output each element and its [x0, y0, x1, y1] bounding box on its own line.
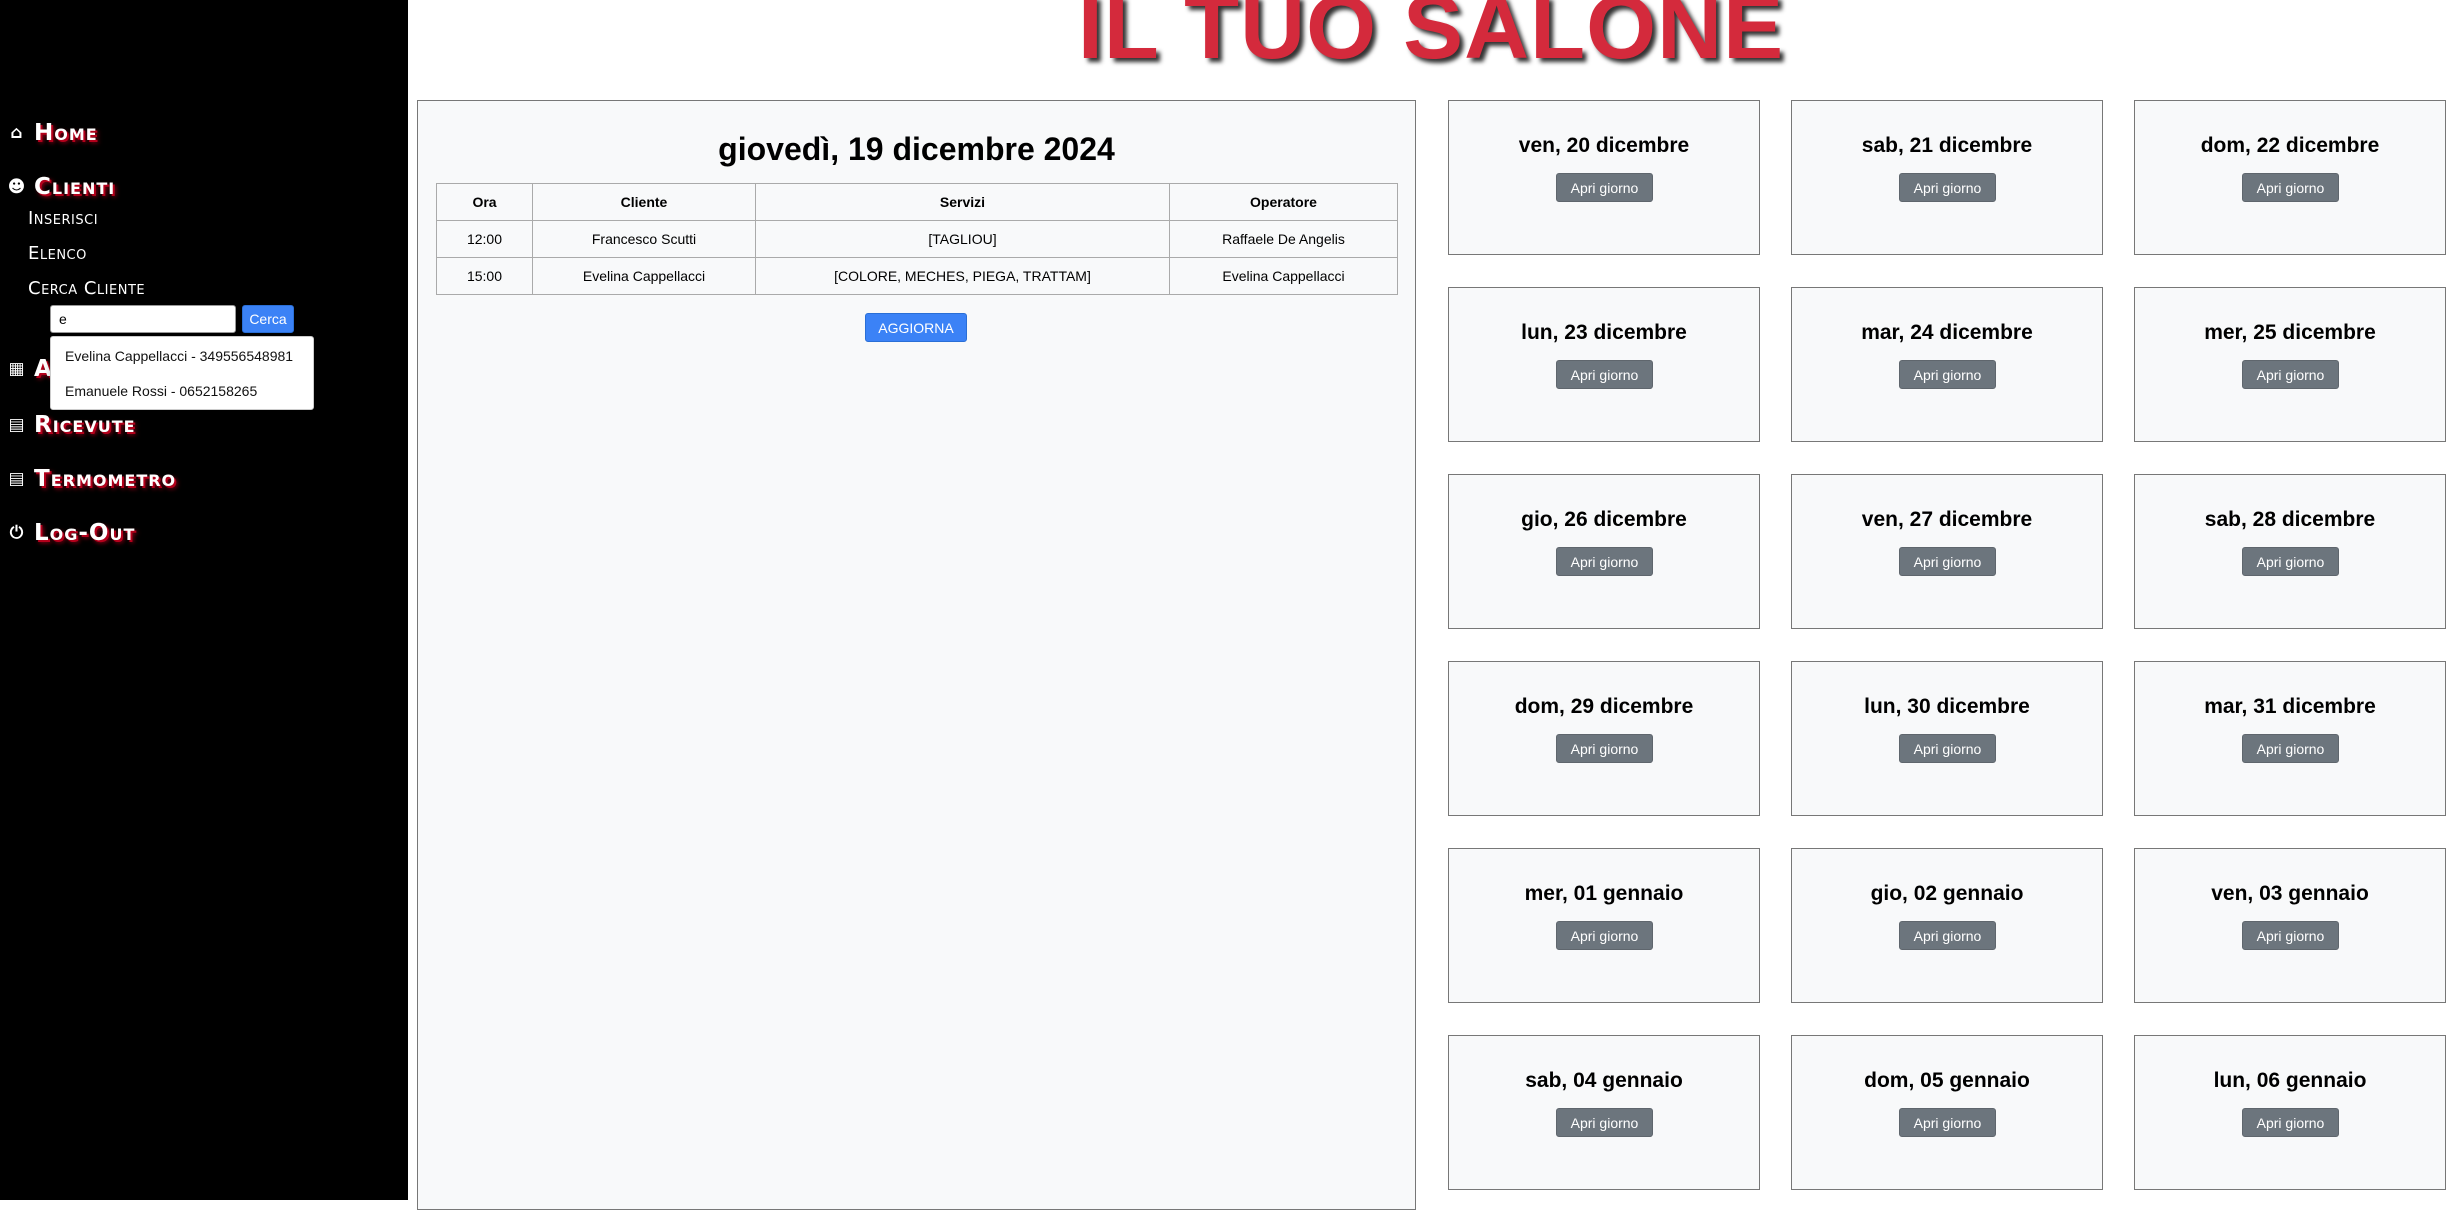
- app-title: IL TUO SALONE: [1077, 0, 1785, 78]
- day-title: giovedì, 19 dicembre 2024: [718, 131, 1115, 167]
- open-day-button[interactable]: Apri giorno: [2242, 547, 2339, 576]
- open-day-button[interactable]: Apri giorno: [2242, 360, 2339, 389]
- document-icon: ▤: [8, 469, 26, 489]
- day-card: lun, 06 gennaio Apri giorno: [2134, 1035, 2446, 1190]
- cell-ora: 15:00: [436, 257, 533, 295]
- open-day-button[interactable]: Apri giorno: [2242, 921, 2339, 950]
- nav-home[interactable]: ⌂ Home: [6, 120, 98, 146]
- day-card-date: sab, 21 dicembre: [1861, 134, 2033, 157]
- column-header: Ora: [436, 183, 533, 221]
- day-card: sab, 04 gennaio Apri giorno: [1448, 1035, 1760, 1190]
- day-card: mar, 31 dicembre Apri giorno: [2134, 661, 2446, 816]
- open-day-button[interactable]: Apri giorno: [1556, 173, 1653, 202]
- day-card: sab, 21 dicembre Apri giorno: [1791, 100, 2103, 255]
- day-card: ven, 27 dicembre Apri giorno: [1791, 474, 2103, 629]
- cell-servizi: [TAGLIOU]: [755, 220, 1170, 258]
- cell-servizi: [COLORE, MECHES, PIEGA, TRATTAM]: [755, 257, 1170, 295]
- nav-clienti-elenco[interactable]: Elenco: [28, 243, 87, 264]
- open-day-button[interactable]: Apri giorno: [1899, 173, 1996, 202]
- day-card: gio, 02 gennaio Apri giorno: [1791, 848, 2103, 1003]
- search-input[interactable]: [50, 305, 236, 333]
- cell-cliente: Evelina Cappellacci: [532, 257, 756, 295]
- open-day-button[interactable]: Apri giorno: [1556, 734, 1653, 763]
- column-header: Cliente: [532, 183, 756, 221]
- open-day-button[interactable]: Apri giorno: [2242, 173, 2339, 202]
- nav-logout[interactable]: ⏻ Log-Out: [6, 520, 135, 546]
- day-card: lun, 23 dicembre Apri giorno: [1448, 287, 1760, 442]
- nav-clienti-label: Clienti: [34, 174, 116, 200]
- open-day-button[interactable]: Apri giorno: [1899, 547, 1996, 576]
- day-card: mar, 24 dicembre Apri giorno: [1791, 287, 2103, 442]
- nav-home-label: Home: [34, 120, 98, 146]
- search-button[interactable]: Cerca: [242, 305, 294, 333]
- day-card-date: dom, 29 dicembre: [1514, 695, 1694, 718]
- day-card-date: ven, 03 gennaio: [2211, 882, 2369, 905]
- column-header: Servizi: [755, 183, 1170, 221]
- open-day-button[interactable]: Apri giorno: [2242, 734, 2339, 763]
- day-card-date: sab, 04 gennaio: [1525, 1069, 1683, 1092]
- day-panel: giovedì, 19 dicembre 2024 Ora Cliente Se…: [417, 100, 1416, 1210]
- day-card-date: lun, 06 gennaio: [2213, 1069, 2367, 1092]
- cell-operatore: Raffaele De Angelis: [1169, 220, 1398, 258]
- open-day-button[interactable]: Apri giorno: [2242, 1108, 2339, 1137]
- users-icon: ☻: [7, 177, 27, 197]
- nav-clienti[interactable]: ☻ Clienti: [6, 174, 115, 200]
- day-card: gio, 26 dicembre Apri giorno: [1448, 474, 1760, 629]
- day-card: mer, 25 dicembre Apri giorno: [2134, 287, 2446, 442]
- table-row: 15:00 Evelina Cappellacci [COLORE, MECHE…: [436, 257, 1398, 295]
- table-header-row: Ora Cliente Servizi Operatore: [436, 183, 1398, 221]
- day-card-date: dom, 05 gennaio: [1864, 1069, 2030, 1092]
- nav-termometro[interactable]: ▤ Termometro: [6, 466, 176, 492]
- day-card-date: lun, 23 dicembre: [1521, 321, 1687, 344]
- day-card-date: dom, 22 dicembre: [2200, 134, 2380, 157]
- cell-cliente: Francesco Scutti: [532, 220, 756, 258]
- calendar-icon: ▦: [8, 359, 26, 379]
- open-day-button[interactable]: Apri giorno: [1899, 360, 1996, 389]
- open-day-button[interactable]: Apri giorno: [1556, 1108, 1653, 1137]
- search-suggestions: Evelina Cappellacci - 349556548981 Emanu…: [50, 336, 314, 410]
- day-card: mer, 01 gennaio Apri giorno: [1448, 848, 1760, 1003]
- column-header: Operatore: [1169, 183, 1398, 221]
- open-day-button[interactable]: Apri giorno: [1556, 547, 1653, 576]
- nav-termometro-label: Termometro: [34, 466, 177, 492]
- table-row: 12:00 Francesco Scutti [TAGLIOU] Raffael…: [436, 220, 1398, 258]
- cell-ora: 12:00: [436, 220, 533, 258]
- day-card: sab, 28 dicembre Apri giorno: [2134, 474, 2446, 629]
- open-day-button[interactable]: Apri giorno: [1899, 921, 1996, 950]
- open-day-button[interactable]: Apri giorno: [1556, 360, 1653, 389]
- day-card-date: sab, 28 dicembre: [2204, 508, 2376, 531]
- power-icon: ⏻: [9, 523, 25, 543]
- sidebar: ⌂ Home ☻ Clienti Inserisci Elenco Cerca …: [0, 0, 408, 1200]
- nav-ricevute-label: Ricevute: [34, 412, 136, 438]
- day-card: ven, 20 dicembre Apri giorno: [1448, 100, 1760, 255]
- nav-ricevute[interactable]: ▤ Ricevute: [6, 412, 136, 438]
- day-card-date: gio, 26 dicembre: [1521, 508, 1687, 531]
- day-card-date: mar, 24 dicembre: [1861, 321, 2033, 344]
- day-card-date: mer, 25 dicembre: [2204, 321, 2376, 344]
- day-card: dom, 29 dicembre Apri giorno: [1448, 661, 1760, 816]
- open-day-button[interactable]: Apri giorno: [1899, 1108, 1996, 1137]
- day-card-date: mer, 01 gennaio: [1524, 882, 1684, 905]
- day-card-date: lun, 30 dicembre: [1864, 695, 2030, 718]
- suggestion-item[interactable]: Emanuele Rossi - 0652158265: [65, 383, 257, 399]
- nav-logout-label: Log-Out: [34, 520, 136, 546]
- day-card: lun, 30 dicembre Apri giorno: [1791, 661, 2103, 816]
- day-card: dom, 22 dicembre Apri giorno: [2134, 100, 2446, 255]
- nav-clienti-inserisci[interactable]: Inserisci: [28, 208, 98, 229]
- suggestion-item[interactable]: Evelina Cappellacci - 349556548981: [65, 348, 293, 364]
- day-card-date: ven, 27 dicembre: [1861, 508, 2033, 531]
- receipt-icon: ▤: [8, 415, 26, 435]
- home-icon: ⌂: [10, 123, 24, 143]
- cell-operatore: Evelina Cappellacci: [1169, 257, 1398, 295]
- day-card: ven, 03 gennaio Apri giorno: [2134, 848, 2446, 1003]
- day-card-date: gio, 02 gennaio: [1870, 882, 2024, 905]
- day-card: dom, 05 gennaio Apri giorno: [1791, 1035, 2103, 1190]
- open-day-button[interactable]: Apri giorno: [1556, 921, 1653, 950]
- day-card-date: ven, 20 dicembre: [1518, 134, 1690, 157]
- nav-clienti-cerca[interactable]: Cerca Cliente: [28, 278, 145, 299]
- day-card-date: mar, 31 dicembre: [2204, 695, 2376, 718]
- open-day-button[interactable]: Apri giorno: [1899, 734, 1996, 763]
- appointments-table: Ora Cliente Servizi Operatore 12:00 Fran…: [436, 183, 1398, 295]
- refresh-button[interactable]: AGGIORNA: [865, 313, 967, 342]
